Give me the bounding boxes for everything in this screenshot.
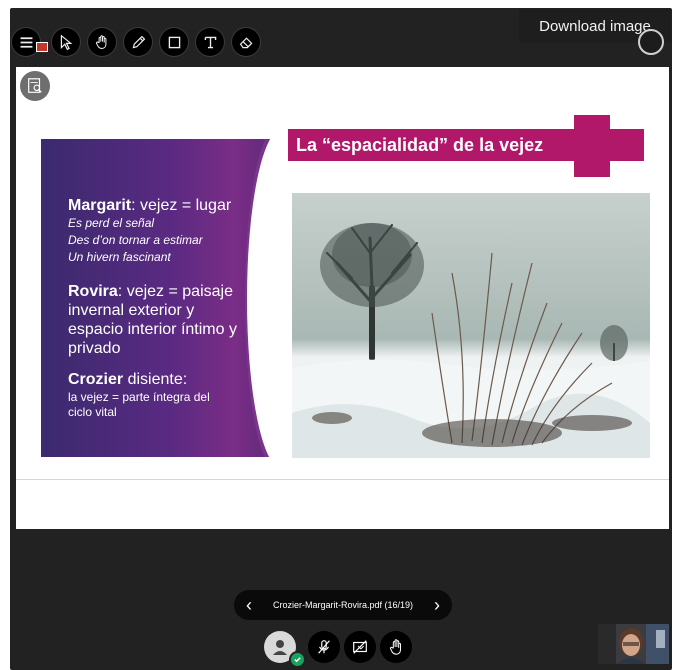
options-icon[interactable]: [638, 29, 664, 55]
square-icon: [168, 36, 180, 48]
microphone-button[interactable]: [308, 631, 340, 663]
eraser-tool-button[interactable]: [232, 28, 260, 56]
menu-icon: [20, 36, 32, 48]
rovira-line: invernal exterior y: [68, 302, 195, 319]
rovira-line: espacio interior íntimo y: [68, 321, 237, 338]
raise-hand-icon: [390, 639, 401, 655]
margarit-line: Des d’on tornar a estimar: [68, 233, 203, 247]
document-label: Crozier-Margarit-Rovira.pdf (16/19): [264, 600, 422, 610]
page-navigation: ‹ Crozier-Margarit-Rovira.pdf (16/19) ›: [234, 590, 452, 620]
cursor-arrow-icon: [60, 33, 72, 50]
zoom-document-icon: [28, 78, 42, 93]
status-check-icon: [289, 651, 306, 668]
crozier-line: la vejez = parte íntegra del: [68, 390, 210, 404]
next-page-button[interactable]: ›: [422, 590, 452, 620]
margarit-heading: Margarit: vejez = lugar: [68, 197, 232, 214]
presentation-app: Download image Margarit: vejez = lugar E…: [10, 8, 672, 670]
text-panel: Margarit: vejez = lugar Es perd el señal…: [41, 139, 277, 457]
rovira-heading: Rovira: vejez = paisaje: [68, 283, 233, 300]
previous-page-button[interactable]: ‹: [234, 590, 264, 620]
user-icon: [273, 640, 287, 655]
raise-hand-button[interactable]: [380, 631, 412, 663]
margarit-line: Un hivern fascinant: [68, 250, 171, 264]
document-filename: Crozier-Margarit-Rovira.pdf: [272, 600, 382, 610]
slide-title: La “espacialidad” de la vejez: [288, 129, 644, 161]
presentation-slide: Margarit: vejez = lugar Es perd el señal…: [16, 67, 669, 529]
pointer-tool-button[interactable]: [52, 28, 80, 56]
screen-share-button[interactable]: [344, 631, 376, 663]
participant-video: [598, 624, 669, 664]
camera-off-icon: [353, 640, 367, 654]
fit-to-width-button[interactable]: [20, 71, 50, 101]
crozier-heading: Crozier disiente:: [68, 371, 188, 388]
text-icon: [204, 36, 216, 48]
pan-tool-button[interactable]: [88, 28, 116, 56]
rovira-line: privado: [68, 340, 121, 357]
shape-tool-button[interactable]: [160, 28, 188, 56]
webcam-thumbnail[interactable]: [598, 624, 669, 664]
crozier-line: ciclo vital: [68, 405, 117, 419]
slide-content: Margarit: vejez = lugar Es perd el señal…: [16, 67, 669, 480]
eraser-icon: [239, 36, 252, 48]
margarit-line: Es perd el señal: [68, 216, 155, 230]
winter-landscape-image: [292, 193, 650, 458]
recording-icon: [36, 42, 48, 52]
text-tool-button[interactable]: [196, 28, 224, 56]
microphone-muted-icon: [318, 640, 330, 654]
page-counter: (16/19): [384, 600, 414, 610]
pencil-tool-button[interactable]: [124, 28, 152, 56]
hand-icon: [95, 34, 106, 49]
pencil-icon: [132, 35, 145, 48]
winter-tree-photo: [292, 193, 650, 458]
